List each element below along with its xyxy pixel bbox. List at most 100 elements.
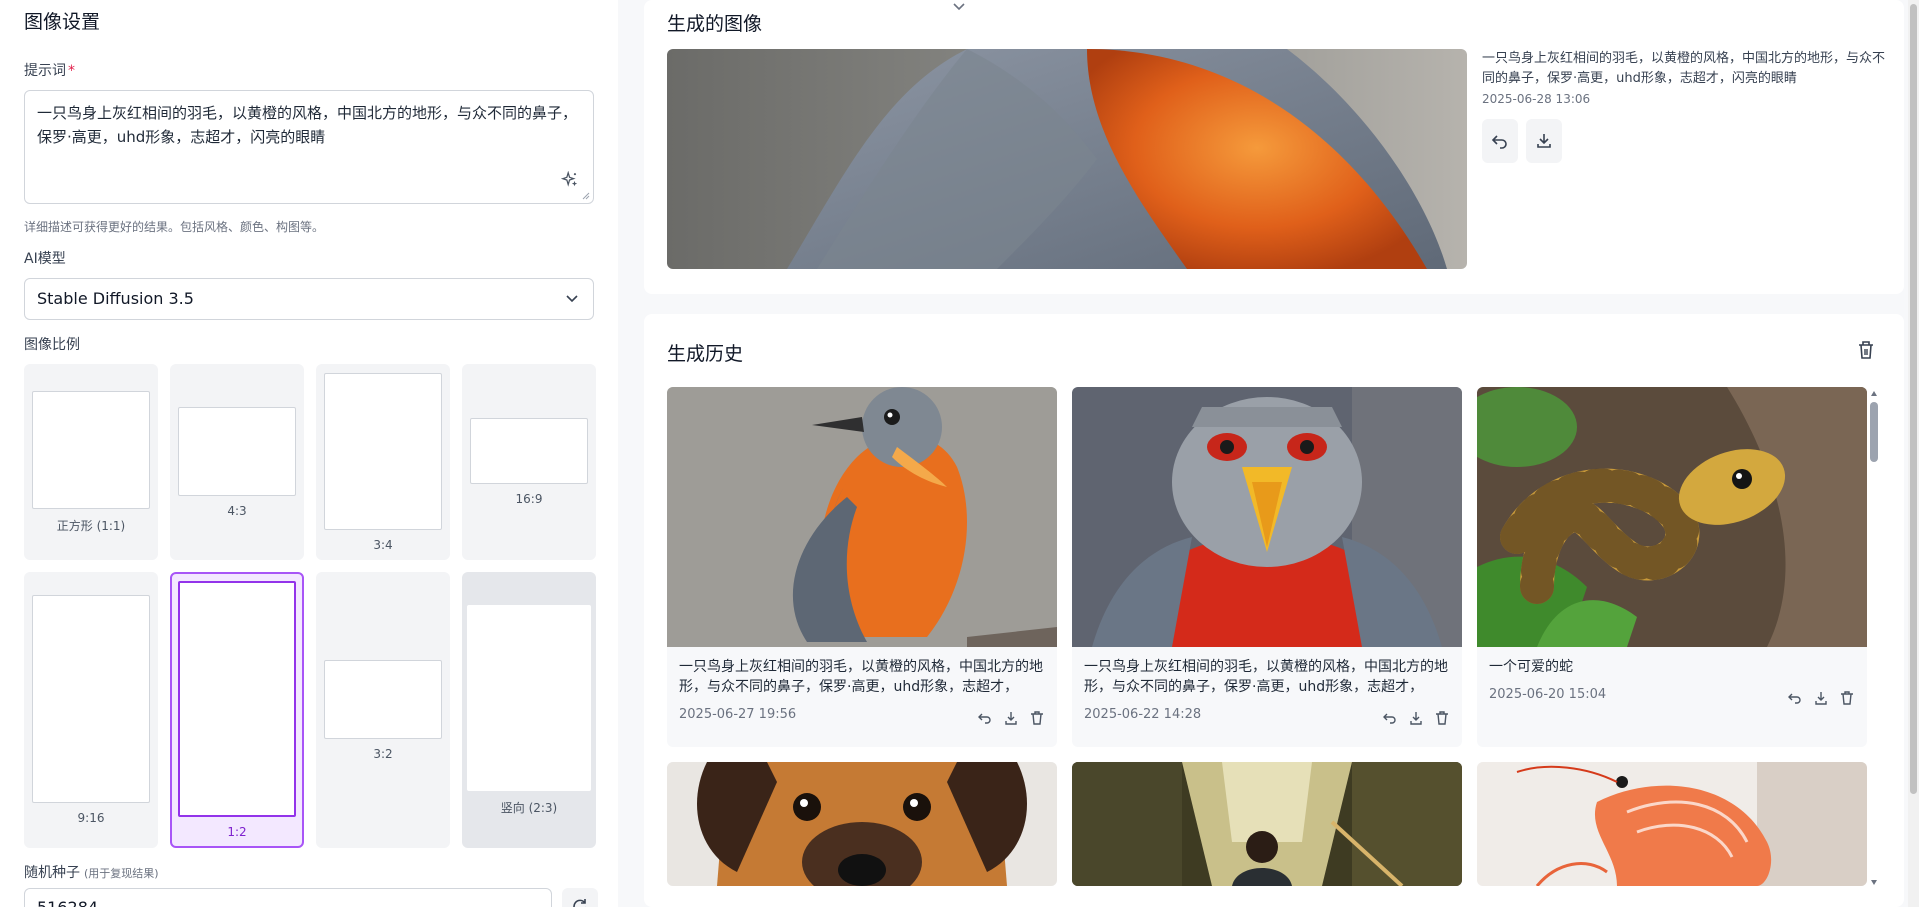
seed-sublabel: (用于复现结果) — [84, 867, 159, 880]
history-item[interactable]: 一只鸟身上灰红相间的羽毛，以黄橙的风格，中国北方的地形，与众不同的鼻子，保罗·高… — [1072, 387, 1462, 747]
download-icon[interactable] — [1408, 707, 1424, 725]
ratio-label-text: 竖向 (2:3) — [500, 800, 558, 815]
ratio-option-1-1[interactable]: 正方形 (1:1) — [24, 364, 158, 560]
ratio-grid: 正方形 (1:1) 4:3 3:4 16:9 9:16 1:2 3:2 竖向 (… — [24, 364, 596, 848]
ratio-option-9-16[interactable]: 9:16 — [24, 572, 158, 848]
history-title: 生成历史 — [667, 343, 744, 365]
history-meta: 2025-06-20 15:04 — [1477, 679, 1867, 711]
prompt-hint: 详细描述可获得更好的结果。包括风格、颜色、构图等。 — [24, 220, 325, 234]
settings-panel: 图像设置 提示词 * 一只鸟身上灰红相间的羽毛，以黄橙的风格，中国北方的地形，与众… — [0, 0, 618, 907]
dog-image — [667, 762, 1057, 886]
history-timestamp: 2025-06-27 19:56 — [679, 707, 797, 722]
ratio-option-2-3[interactable]: 竖向 (2:3) — [462, 572, 596, 848]
undo-icon[interactable] — [1382, 707, 1398, 724]
download-icon[interactable] — [1003, 707, 1019, 725]
ratio-label-text: 3:4 — [373, 537, 393, 552]
history-meta: 2025-06-27 19:56 — [667, 699, 1057, 731]
snake-image — [1477, 387, 1867, 647]
ratio-option-3-2[interactable]: 3:2 — [316, 572, 450, 848]
shrimp-image — [1477, 762, 1867, 886]
history-scrollbar[interactable] — [1868, 388, 1880, 888]
prompt-label: 提示词 * — [24, 63, 75, 79]
history-item[interactable] — [667, 762, 1057, 886]
sparkle-icon[interactable] — [561, 171, 579, 189]
history-actions — [1382, 707, 1450, 725]
ratio-label-text: 9:16 — [77, 811, 105, 825]
ratio-preview — [32, 390, 150, 509]
bird-front-image — [1072, 387, 1462, 647]
history-meta: 2025-06-22 14:28 — [1072, 699, 1462, 731]
history-actions — [1787, 687, 1855, 705]
history-image[interactable] — [667, 762, 1057, 886]
reuse-prompt-button[interactable] — [1482, 119, 1518, 163]
refresh-seed-button[interactable] — [562, 888, 598, 907]
trash-icon[interactable] — [1434, 707, 1450, 725]
chevron-down-icon — [566, 295, 578, 303]
download-icon — [1537, 134, 1551, 148]
model-value: Stable Diffusion 3.5 — [37, 289, 194, 308]
ratio-option-3-4[interactable]: 3:4 — [316, 364, 450, 560]
history-prompt: 一个可爱的蛇 — [1489, 659, 1573, 675]
chevron-down-icon[interactable] — [951, 1, 967, 13]
ratio-option-16-9[interactable]: 16:9 — [462, 364, 596, 560]
history-image[interactable] — [1072, 387, 1462, 647]
ratio-preview — [178, 581, 296, 817]
history-prompt: 一只鸟身上灰红相间的羽毛，以黄橙的风格，中国北方的地形，与众不同的鼻子，保罗·高… — [1084, 659, 1448, 695]
model-select[interactable]: Stable Diffusion 3.5 — [24, 278, 594, 320]
history-item[interactable]: 一个可爱的蛇 2025-06-20 15:04 — [1477, 387, 1867, 747]
person-corridor-image — [1072, 762, 1462, 886]
history-prompt: 一只鸟身上灰红相间的羽毛，以黄橙的风格，中国北方的地形，与众不同的鼻子，保罗·高… — [679, 659, 1043, 695]
seed-label: 随机种子 (用于复现结果) — [24, 865, 159, 881]
undo-icon — [1491, 135, 1507, 149]
ratio-option-4-3[interactable]: 4:3 — [170, 364, 304, 560]
ratio-label-text: 16:9 — [515, 492, 543, 506]
generated-prompt: 一只鸟身上灰红相间的羽毛，以黄橙的风格，中国北方的地形，与众不同的鼻子，保罗·高… — [1482, 51, 1886, 86]
ratio-preview — [178, 406, 296, 496]
history-image[interactable] — [1477, 762, 1867, 886]
ratio-preview — [470, 418, 588, 484]
ratio-label-text: 1:2 — [227, 825, 247, 839]
ratio-label-text: 正方形 (1:1) — [56, 518, 126, 533]
history-image[interactable] — [667, 387, 1057, 647]
generated-title: 生成的图像 — [667, 13, 763, 35]
ratio-preview — [324, 659, 442, 739]
ratio-label-text: 4:3 — [227, 503, 247, 518]
history-scrollbar-thumb[interactable] — [1870, 402, 1878, 462]
ratio-label-text: 3:2 — [373, 746, 393, 761]
trash-icon[interactable] — [1839, 687, 1855, 705]
page-scrollbar-thumb[interactable] — [1910, 4, 1917, 794]
history-item[interactable] — [1477, 762, 1867, 886]
history-image[interactable] — [1477, 387, 1867, 647]
history-item[interactable] — [1072, 762, 1462, 886]
refresh-icon — [573, 899, 586, 907]
ratio-preview — [32, 595, 150, 803]
history-actions — [977, 707, 1045, 725]
bird-side-image — [667, 387, 1057, 647]
history-item[interactable]: 一只鸟身上灰红相间的羽毛，以黄橙的风格，中国北方的地形，与众不同的鼻子，保罗·高… — [667, 387, 1057, 747]
generated-image[interactable] — [667, 49, 1467, 269]
ratio-preview — [467, 604, 591, 791]
prompt-textarea[interactable]: 一只鸟身上灰红相间的羽毛，以黄橙的风格，中国北方的地形，与众不同的鼻子，保罗·高… — [24, 90, 594, 204]
trash-icon[interactable] — [1857, 340, 1875, 360]
ratio-label: 图像比例 — [24, 337, 80, 353]
model-label: AI模型 — [24, 251, 66, 267]
generated-timestamp: 2025-06-28 13:06 — [1482, 92, 1591, 106]
seed-input[interactable]: 516284 — [24, 888, 552, 907]
history-timestamp: 2025-06-22 14:28 — [1084, 707, 1202, 722]
bird-closeup-image — [667, 49, 1467, 269]
ratio-preview — [324, 372, 442, 530]
download-button[interactable] — [1526, 119, 1562, 163]
seed-row: 516284 — [24, 888, 598, 907]
prompt-text: 一只鸟身上灰红相间的羽毛，以黄橙的风格，中国北方的地形，与众不同的鼻子，保罗·高… — [37, 104, 578, 146]
settings-title: 图像设置 — [24, 11, 101, 33]
undo-icon[interactable] — [977, 707, 993, 724]
undo-icon[interactable] — [1787, 687, 1803, 704]
history-image[interactable] — [1072, 762, 1462, 886]
resize-handle-icon[interactable] — [582, 192, 590, 200]
download-icon[interactable] — [1813, 687, 1829, 705]
app: 图像设置 提示词 * 一只鸟身上灰红相间的羽毛，以黄橙的风格，中国北方的地形，与众… — [0, 0, 1919, 907]
required-mark: * — [68, 63, 75, 79]
trash-icon[interactable] — [1029, 707, 1045, 725]
ratio-option-1-2[interactable]: 1:2 — [170, 572, 304, 848]
history-timestamp: 2025-06-20 15:04 — [1489, 687, 1607, 702]
